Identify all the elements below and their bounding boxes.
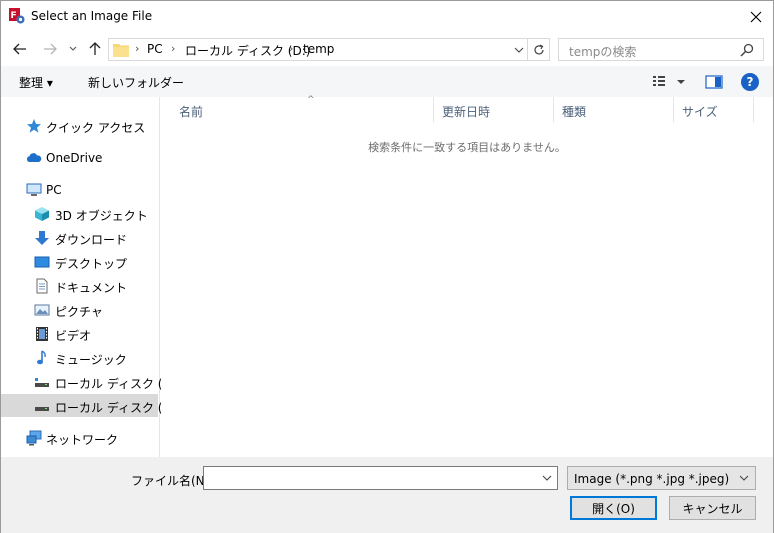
new-folder-button[interactable]: 新しいフォルダー [88, 74, 184, 91]
sidebar-item-3d-objects[interactable]: 3D オブジェクト [1, 202, 160, 225]
sidebar-item-downloads[interactable]: ダウンロード [1, 226, 160, 249]
view-options-button[interactable] [651, 73, 691, 91]
window-title: Select an Image File [31, 9, 153, 23]
cancel-button[interactable]: キャンセル [669, 496, 756, 520]
forward-button[interactable] [39, 38, 61, 60]
breadcrumb-temp[interactable]: temp [303, 42, 334, 56]
sidebar-item-label: ネットワーク [46, 433, 119, 447]
sidebar-item-label: ビデオ [55, 329, 92, 343]
column-header-name[interactable]: 名前 ^ [171, 95, 434, 122]
sort-ascending-icon: ^ [307, 95, 315, 105]
arrow-left-icon [13, 43, 26, 55]
file-list[interactable]: 名前 ^ 更新日時 種類 サイズ 検索条件に一致する項目はありません。 [161, 95, 773, 457]
computer-icon [26, 183, 42, 196]
sidebar-item-label: ドキュメント [55, 281, 128, 295]
file-type-value: Image (*.png *.jpg *.jpeg) [574, 472, 730, 486]
document-icon [36, 278, 48, 294]
sidebar-item-local-disk-d[interactable]: ローカル ディスク (D:) [1, 394, 180, 417]
star-icon [27, 119, 41, 133]
help-button[interactable]: ? [741, 73, 759, 91]
arrow-up-icon [89, 42, 101, 55]
filename-label: ファイル名(N): [131, 474, 214, 488]
filename-field[interactable] [203, 466, 558, 490]
address-history-dropdown[interactable] [511, 40, 527, 59]
network-icon [26, 430, 42, 446]
breadcrumb-pc[interactable]: PC [147, 42, 163, 56]
svg-text:F: F [11, 11, 17, 21]
sidebar-item-videos[interactable]: ビデオ [1, 322, 160, 345]
back-button[interactable] [9, 38, 31, 60]
sidebar-item-desktop[interactable]: デスクトップ [1, 250, 160, 273]
cube-icon [35, 207, 49, 221]
file-type-select[interactable]: Image (*.png *.jpg *.jpeg) [567, 466, 756, 490]
organize-button[interactable]: 整理 ▾ [19, 74, 53, 91]
filename-input[interactable] [207, 468, 537, 488]
title-bar: F Select an Image File [1, 1, 773, 32]
chevron-down-icon [542, 475, 552, 481]
folder-icon [113, 44, 129, 57]
sidebar-item-label: ピクチャ [55, 305, 103, 319]
navigation-pane: クイック アクセス OneDrive PC 3D オブジェクト ダウンロード デ… [1, 97, 180, 457]
film-icon [36, 327, 48, 341]
chevron-down-icon [69, 46, 77, 51]
up-button[interactable] [85, 38, 105, 60]
sidebar-item-label: PC [46, 183, 62, 197]
refresh-button[interactable] [528, 38, 550, 61]
open-button[interactable]: 開く(O) [570, 496, 657, 520]
search-icon [740, 43, 754, 57]
app-logo-icon: F [9, 8, 25, 24]
column-header-modified[interactable]: 更新日時 [434, 97, 554, 122]
desktop-icon [34, 256, 50, 268]
filename-history-dropdown[interactable] [539, 469, 555, 487]
sidebar-item-music[interactable]: ミュージック [1, 346, 160, 369]
breadcrumb-separator: › [289, 42, 294, 55]
breadcrumb-separator: › [171, 42, 176, 55]
sidebar-item-documents[interactable]: ドキュメント [1, 274, 160, 297]
sidebar-item-label: OneDrive [46, 151, 103, 165]
empty-folder-message: 検索条件に一致する項目はありません。 [368, 141, 566, 154]
column-header-size[interactable]: サイズ [674, 97, 754, 122]
drive-icon [35, 407, 49, 411]
address-bar[interactable]: › PC › ローカル ディスク (D:) › temp [108, 38, 528, 61]
sidebar-item-local-disk-c[interactable]: ローカル ディスク (C:) [1, 370, 180, 393]
sidebar-item-quick-access[interactable]: クイック アクセス [1, 114, 160, 137]
column-header-type[interactable]: 種類 [554, 97, 674, 122]
navigation-bar: › PC › ローカル ディスク (D:) › temp tempの検索 [1, 32, 773, 66]
close-button[interactable] [739, 1, 773, 32]
details-view-icon [653, 76, 665, 86]
sidebar-item-onedrive[interactable]: OneDrive [1, 146, 160, 169]
sidebar-item-label: 3D オブジェクト [55, 209, 148, 223]
download-arrow-icon [35, 231, 49, 245]
close-icon [750, 11, 762, 22]
sidebar-item-label: クイック アクセス [46, 121, 146, 135]
cloud-icon [26, 153, 42, 162]
sidebar-item-label: デスクトップ [55, 257, 128, 271]
refresh-icon [533, 43, 544, 54]
chevron-down-icon [514, 47, 524, 53]
caret-down-icon [677, 80, 685, 84]
recent-locations-button[interactable] [65, 38, 81, 60]
sidebar-item-network[interactable]: ネットワーク [1, 426, 160, 449]
sidebar-item-pc[interactable]: PC [1, 178, 160, 201]
sidebar-item-label: ダウンロード [55, 233, 128, 247]
search-placeholder: tempの検索 [569, 45, 637, 59]
dialog-footer: ファイル名(N): Image (*.png *.jpg *.jpeg) 開く(… [1, 457, 773, 533]
arrow-right-icon [44, 43, 57, 55]
sidebar-item-pictures[interactable]: ピクチャ [1, 298, 160, 321]
preview-pane-button[interactable] [705, 73, 723, 91]
file-type-dropdown-arrow [737, 471, 751, 485]
command-bar: 整理 ▾ 新しいフォルダー ? [1, 66, 773, 97]
file-open-dialog: F Select an Image File › PC › ローカル ディスク … [0, 0, 774, 533]
breadcrumb-separator: › [135, 42, 140, 55]
picture-icon [34, 304, 50, 316]
sidebar-item-label: ミュージック [55, 353, 127, 367]
music-note-icon [37, 350, 46, 365]
drive-icon [35, 378, 49, 387]
chevron-down-icon [739, 475, 749, 481]
search-input[interactable]: tempの検索 [558, 38, 764, 61]
